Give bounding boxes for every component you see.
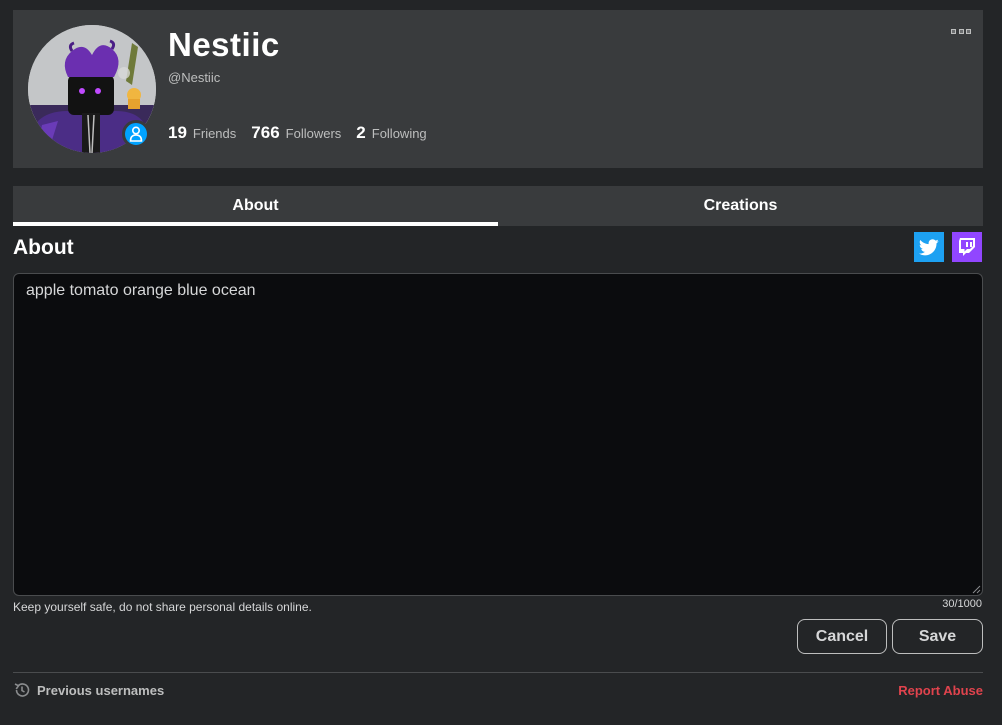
person-icon <box>129 126 143 142</box>
tab-about[interactable]: About <box>13 186 498 226</box>
more-dot <box>958 28 964 34</box>
twitch-link[interactable] <box>952 232 982 262</box>
about-heading: About <box>13 236 74 259</box>
tab-creations[interactable]: Creations <box>498 186 983 226</box>
followers-label: Followers <box>285 126 342 141</box>
presence-badge <box>122 120 150 148</box>
twitter-link[interactable] <box>914 232 944 262</box>
following-stat[interactable]: 2 Following <box>356 123 426 143</box>
previous-usernames-link[interactable]: Previous usernames <box>13 681 164 699</box>
profile-stats: 19 Friends 766 Followers 2 Following <box>168 123 442 143</box>
more-dot <box>966 28 971 34</box>
save-button[interactable]: Save <box>892 619 983 654</box>
previous-usernames-label: Previous usernames <box>37 682 165 698</box>
more-options-icon[interactable] <box>951 26 971 36</box>
twitch-icon <box>959 238 975 256</box>
profile-header: Nestiic @Nestiic 19 Friends 766 Follower… <box>13 10 983 168</box>
profile-tabs: About Creations <box>13 186 983 226</box>
safety-note: Keep yourself safe, do not share persona… <box>13 600 312 614</box>
report-abuse-link[interactable]: Report Abuse <box>898 683 983 698</box>
resize-grip-icon[interactable] <box>970 583 981 594</box>
character-count: 30/1000 <box>942 598 982 610</box>
following-count: 2 <box>356 123 366 142</box>
friends-count: 19 <box>168 123 187 142</box>
footer-divider <box>13 672 983 673</box>
display-name: Nestiic <box>168 26 280 63</box>
username: @Nestiic <box>168 70 221 85</box>
friends-stat[interactable]: 19 Friends <box>168 123 236 143</box>
friends-label: Friends <box>192 126 237 141</box>
followers-stat[interactable]: 766 Followers <box>251 123 341 143</box>
twitter-icon <box>919 238 939 255</box>
cancel-button[interactable]: Cancel <box>797 619 887 654</box>
more-dot <box>951 28 956 34</box>
bio-textarea[interactable] <box>13 273 983 596</box>
history-icon <box>14 683 30 697</box>
followers-count: 766 <box>251 123 280 142</box>
following-label: Following <box>371 126 427 141</box>
